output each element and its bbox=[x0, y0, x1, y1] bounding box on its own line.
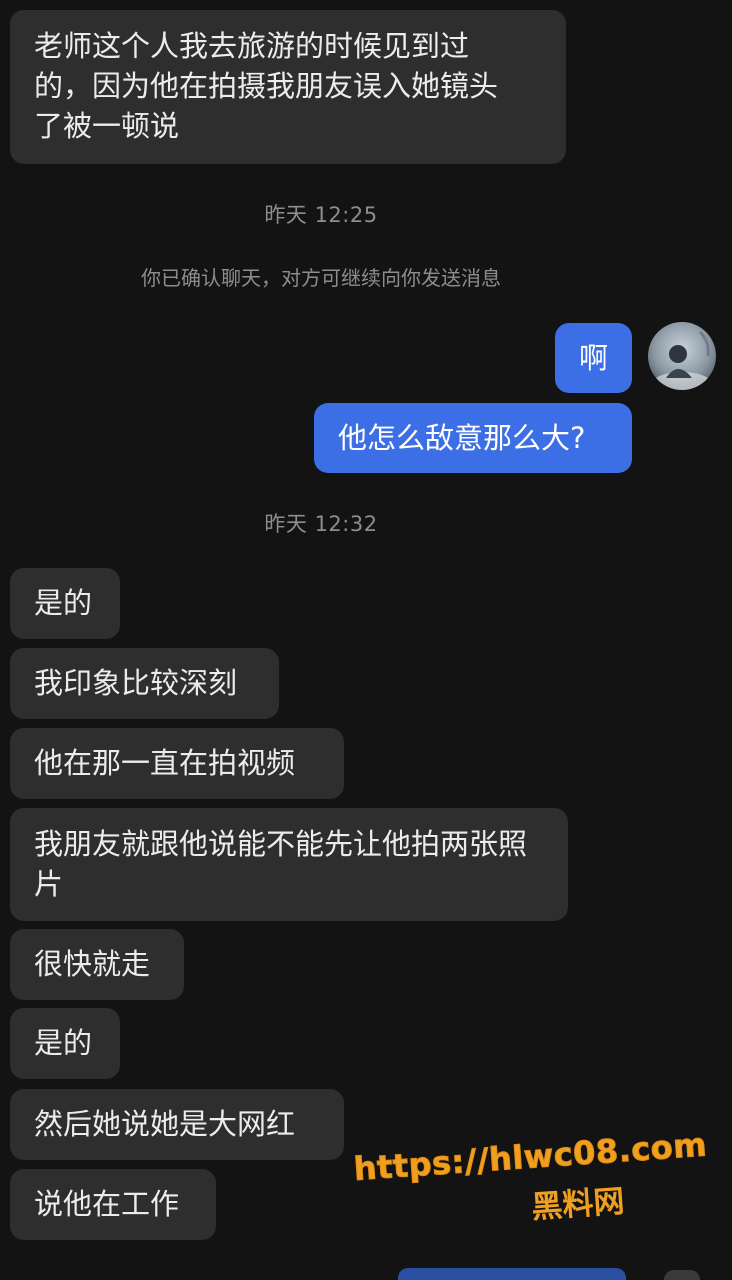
message-text: 我印象比较深刻 bbox=[34, 666, 238, 700]
message-text: 然后她说她是大网红 bbox=[34, 1107, 296, 1141]
message-bubble-received[interactable]: 是的 bbox=[10, 568, 120, 639]
system-notice: 你已确认聊天，对方可继续向你发送消息 bbox=[141, 266, 501, 290]
message-text: 很快就走 bbox=[34, 947, 151, 981]
message-text: 他怎么敌意那么大? bbox=[338, 421, 586, 455]
watermark-name: 黑料网 bbox=[530, 1183, 626, 1226]
user-avatar-photo-icon bbox=[648, 322, 716, 390]
avatar[interactable] bbox=[648, 322, 716, 390]
watermark: https://hlwc08.com 黑料网 bbox=[352, 1125, 709, 1260]
message-bubble-received[interactable]: 我印象比较深刻 bbox=[10, 648, 279, 719]
message-bubble-received[interactable]: 然后她说她是大网红 bbox=[10, 1089, 344, 1160]
message-bubble-received[interactable]: 我朋友就跟他说能不能先让他拍两张照片 bbox=[10, 808, 568, 921]
message-bubble-received[interactable]: 老师这个人我去旅游的时候见到过 的，因为他在拍摄我朋友误入她镜头 了被一顿说 bbox=[10, 10, 566, 164]
chat-screen: 老师这个人我去旅游的时候见到过 的，因为他在拍摄我朋友误入她镜头 了被一顿说 昨… bbox=[0, 0, 732, 1280]
message-text: 是的 bbox=[34, 1026, 93, 1060]
message-text: 啊 bbox=[578, 341, 608, 375]
message-bubble-sent[interactable]: 他怎么敌意那么大? bbox=[314, 403, 632, 473]
message-bubble-sent[interactable]: 啊 bbox=[555, 323, 632, 393]
input-bar-edge bbox=[398, 1268, 626, 1280]
message-bubble-received[interactable]: 说他在工作 bbox=[10, 1169, 216, 1240]
message-bubble-received[interactable]: 是的 bbox=[10, 1008, 120, 1079]
message-line: 的，因为他在拍摄我朋友误入她镜头 bbox=[34, 69, 499, 103]
timestamp: 昨天 12:25 bbox=[264, 203, 378, 227]
message-bubble-received[interactable]: 他在那一直在拍视频 bbox=[10, 728, 344, 799]
message-bubble-received[interactable]: 很快就走 bbox=[10, 929, 184, 1000]
message-line: 了被一顿说 bbox=[34, 109, 180, 143]
message-text: 他在那一直在拍视频 bbox=[34, 746, 296, 780]
message-text: 说他在工作 bbox=[34, 1187, 180, 1221]
timestamp: 昨天 12:32 bbox=[264, 512, 378, 536]
message-text: 是的 bbox=[34, 586, 93, 620]
input-button-edge bbox=[664, 1270, 700, 1280]
message-line: 老师这个人我去旅游的时候见到过 bbox=[34, 29, 470, 63]
message-text: 我朋友就跟他说能不能先让他拍两张照片 bbox=[34, 827, 528, 901]
